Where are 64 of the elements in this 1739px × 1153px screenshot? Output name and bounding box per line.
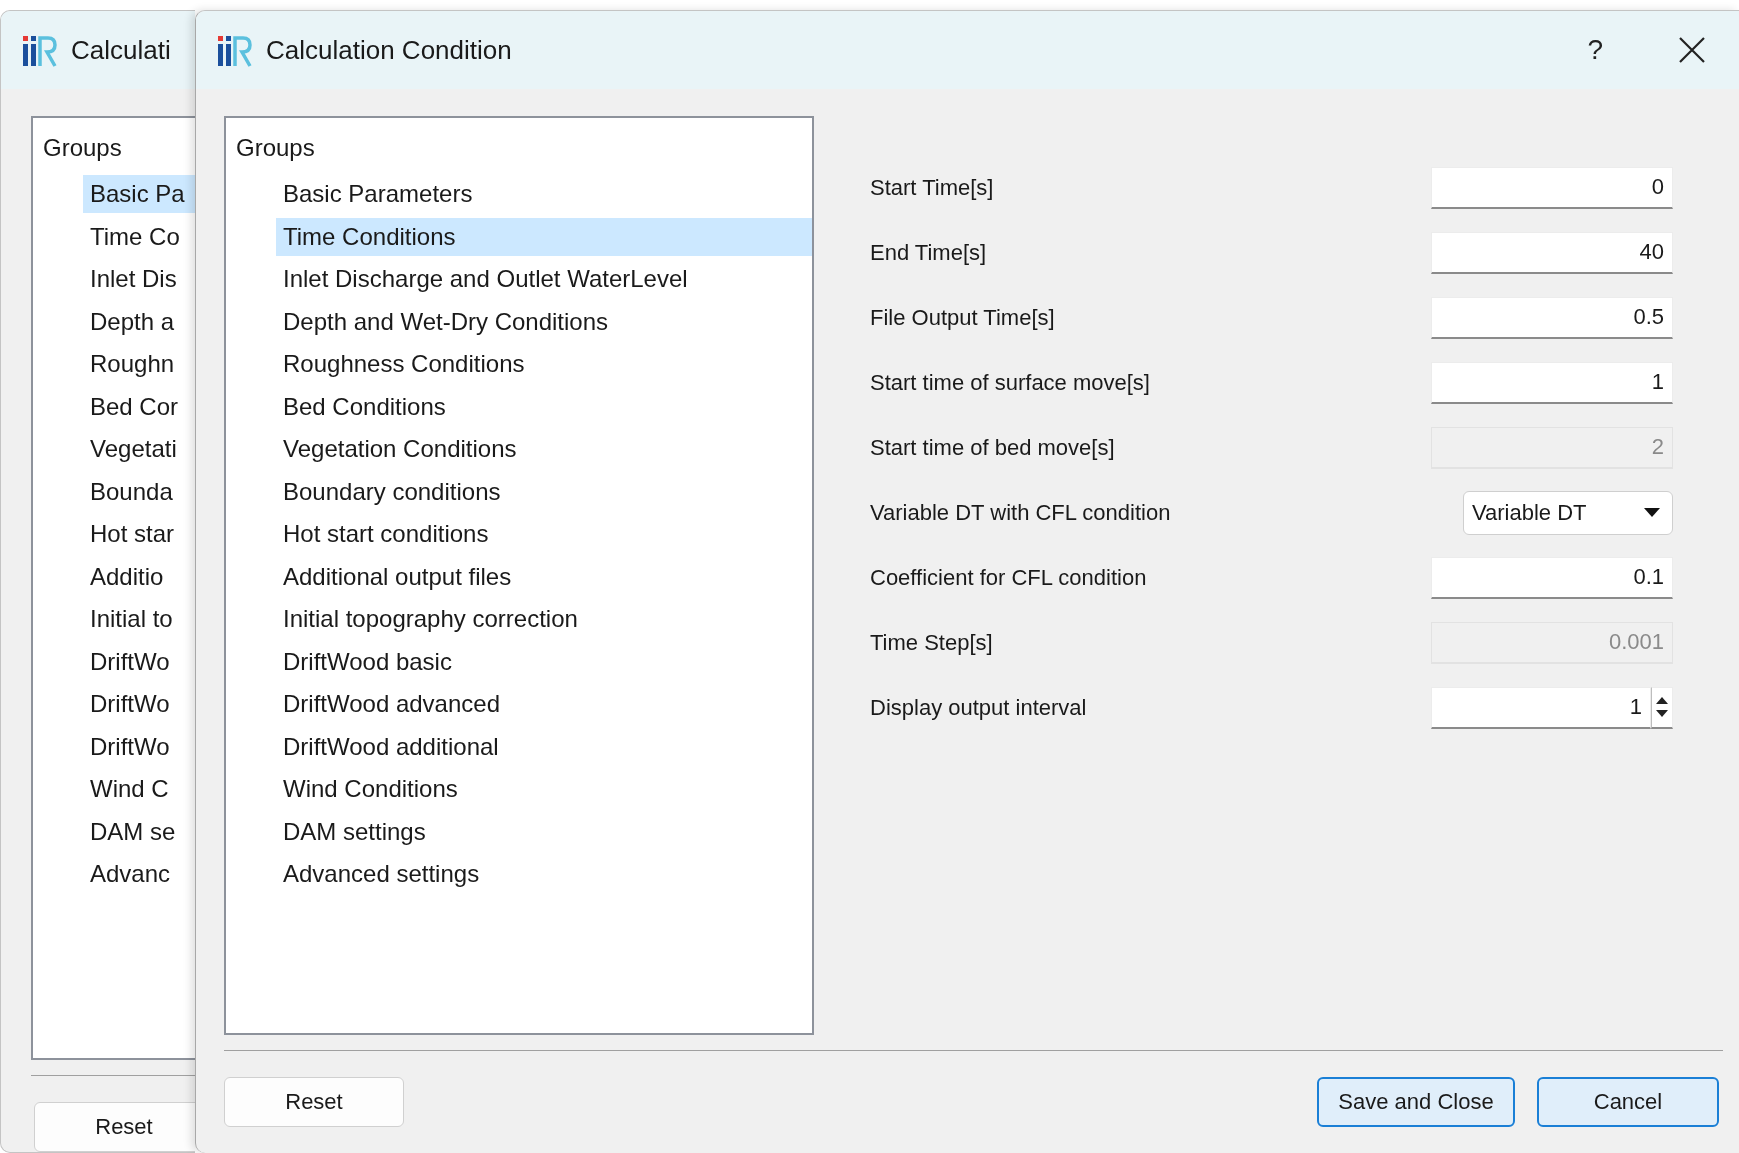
reset-button[interactable]: Reset [224, 1077, 404, 1127]
field-label: Start time of bed move[s] [870, 434, 1115, 461]
tree-item[interactable]: Wind Conditions [276, 770, 812, 808]
field-label: File Output Time[s] [870, 304, 1055, 331]
tree-item[interactable]: DriftWood additional [276, 727, 812, 766]
tree-item[interactable]: Advanced settings [276, 855, 812, 893]
field-label: Start time of surface move[s] [870, 369, 1150, 396]
tree-item[interactable]: DriftWo [83, 727, 195, 766]
tree-item[interactable]: DriftWo [83, 685, 195, 723]
text-field[interactable]: 40 [1431, 231, 1673, 274]
dropdown[interactable]: Variable DT [1463, 490, 1673, 535]
tree-item[interactable]: Wind C [83, 770, 195, 808]
tree-item[interactable]: Basic Parameters [276, 175, 812, 213]
tree-item[interactable]: Depth and Wet-Dry Conditions [276, 302, 812, 341]
tree-item[interactable]: DAM se [83, 812, 195, 851]
field-label: Start Time[s] [870, 174, 994, 201]
tree-item[interactable]: Depth a [83, 302, 195, 341]
tree-item[interactable]: DriftWood basic [276, 642, 812, 681]
help-button[interactable]: ? [1577, 30, 1613, 70]
cancel-button[interactable]: Cancel [1537, 1077, 1719, 1127]
up-arrow-icon [1656, 696, 1668, 705]
field-label: Variable DT with CFL condition [870, 499, 1171, 526]
tree-item[interactable]: Roughn [83, 345, 195, 383]
number-field[interactable]: 1 [1431, 686, 1651, 729]
tree-item[interactable]: Vegetation Conditions [276, 430, 812, 468]
tree-item[interactable]: Time Co [83, 217, 195, 256]
close-icon [1679, 37, 1705, 63]
tree-item[interactable]: Additional output files [276, 557, 812, 596]
field-label: Coefficient for CFL condition [870, 564, 1147, 591]
tree-item[interactable]: DriftWo [83, 642, 195, 681]
tree-item[interactable]: Boundary conditions [276, 472, 812, 511]
window-title: Calculati [71, 34, 171, 66]
text-field[interactable]: 1 [1431, 361, 1673, 404]
field-label: Display output interval [870, 694, 1087, 721]
tree-item[interactable]: Basic Pa [83, 175, 195, 213]
tree-item[interactable]: Vegetati [83, 430, 195, 468]
text-field[interactable]: 0 [1431, 166, 1673, 209]
tree-root-item[interactable]: Groups [226, 127, 315, 169]
tree-item[interactable]: Initial to [83, 600, 195, 638]
text-field[interactable]: 0.1 [1431, 556, 1673, 599]
tree-item[interactable]: Additio [83, 557, 195, 596]
tree-item[interactable]: DAM settings [276, 812, 812, 851]
tree-root-item[interactable]: Groups [33, 127, 122, 169]
reset-button[interactable]: Reset [34, 1102, 195, 1152]
down-arrow-icon [1656, 709, 1668, 718]
window-title: Calculation Condition [266, 34, 512, 66]
field-label: Time Step[s] [870, 629, 993, 656]
tree-item[interactable]: Bed Cor [83, 387, 195, 426]
tree-item[interactable]: Bounda [83, 472, 195, 511]
tree-item[interactable]: Bed Conditions [276, 387, 812, 426]
field-label: End Time[s] [870, 239, 987, 266]
tree-item[interactable]: Hot start conditions [276, 515, 812, 553]
tree-item[interactable]: Advanc [83, 855, 195, 893]
tree-item[interactable]: Roughness Conditions [276, 345, 812, 383]
tree-item[interactable]: Inlet Discharge and Outlet WaterLevel [276, 260, 812, 298]
tree-item[interactable]: Hot star [83, 515, 195, 553]
tree-item[interactable]: DriftWood advanced [276, 685, 812, 723]
text-field[interactable]: 0.5 [1431, 296, 1673, 339]
caret-icon [1644, 507, 1660, 518]
tree-item[interactable]: Initial topography correction [276, 600, 812, 638]
tree-item[interactable]: Time Conditions [276, 217, 812, 256]
save-and-close-button[interactable]: Save and Close [1317, 1077, 1515, 1127]
spin-button[interactable] [1651, 686, 1673, 729]
tree-item[interactable]: Inlet Dis [83, 260, 195, 298]
